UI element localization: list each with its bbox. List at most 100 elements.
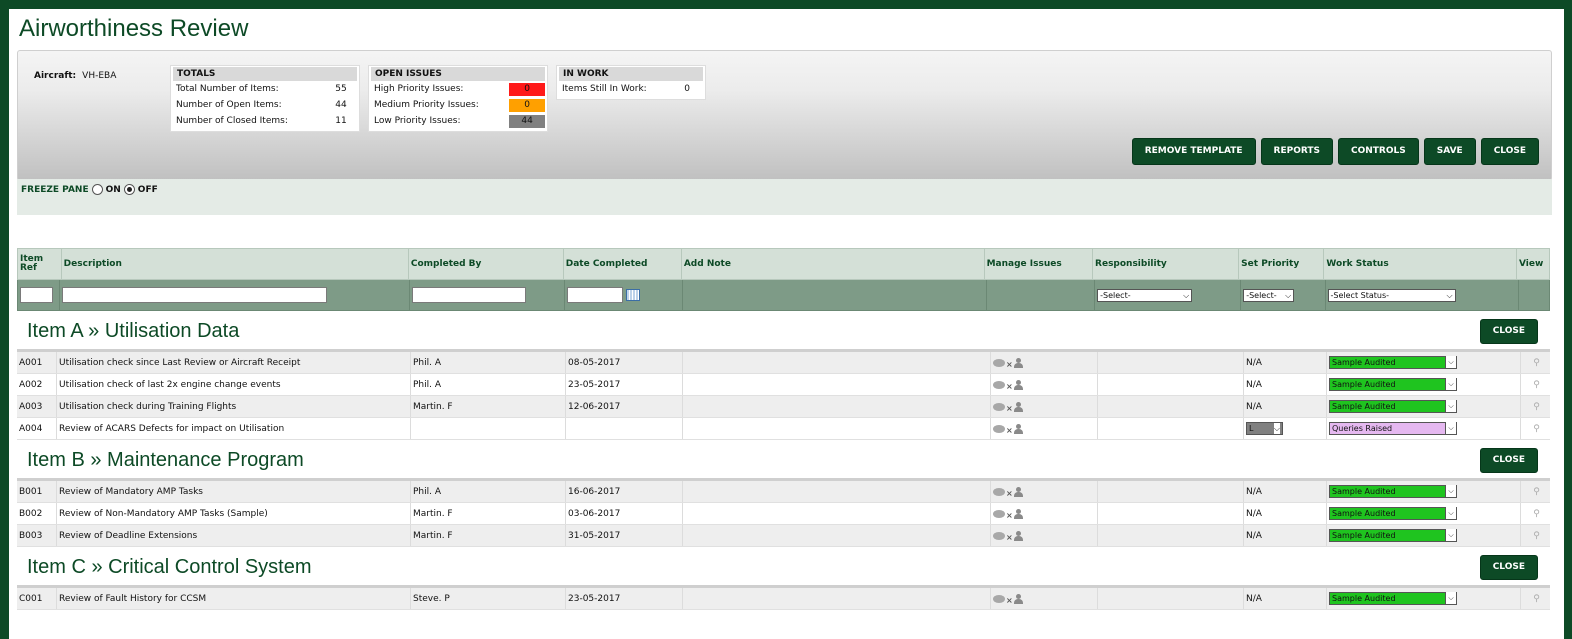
magnifier-icon[interactable]: ⚲ [1533,509,1540,519]
work-status-select[interactable]: Sample Audited ⌵ [1329,400,1457,413]
responsibility-cell[interactable] [1098,418,1244,439]
responsibility-cell[interactable] [1098,525,1244,546]
priority-select[interactable]: L ⌵ [1246,422,1283,435]
comment-icon[interactable] [993,402,1005,411]
freeze-on-radio[interactable] [91,184,103,195]
table-row[interactable]: A004 Review of ACARS Defects for impact … [17,418,1550,440]
add-note-cell[interactable] [683,418,991,439]
table-row[interactable]: A003 Utilisation check during Training F… [17,396,1550,418]
description-filter-input[interactable] [62,287,328,303]
magnifier-icon[interactable]: ⚲ [1533,487,1540,497]
date-filter-input[interactable] [566,287,623,303]
magnifier-icon[interactable]: ⚲ [1533,402,1540,412]
completed-by [411,418,566,439]
section-header: Item C » Critical Control System CLOSE [17,547,1550,588]
user-icon[interactable] [1013,593,1023,604]
work-status-select[interactable]: Sample Audited ⌵ [1329,356,1457,369]
add-note-cell[interactable] [683,374,991,395]
work-status-select[interactable]: Queries Raised ⌵ [1329,422,1457,435]
table-row[interactable]: B003 Review of Deadline Extensions Marti… [17,525,1550,547]
table-row[interactable]: B002 Review of Non-Mandatory AMP Tasks (… [17,503,1550,525]
table-row[interactable]: B001 Review of Mandatory AMP Tasks Phil.… [17,481,1550,503]
responsibility-filter-select[interactable]: -Select- ⌵ [1097,288,1193,302]
comment-icon[interactable] [993,509,1005,518]
totals-box: TOTALS Total Number of Items: 55 Number o… [170,65,360,132]
user-icon[interactable] [1013,379,1023,390]
completed-by: Martin. F [411,503,566,524]
remove-icon[interactable]: × [1006,511,1013,520]
remove-icon[interactable]: × [1006,382,1013,391]
remove-icon[interactable]: × [1006,426,1013,435]
section-close-button[interactable]: CLOSE [1479,555,1538,580]
reports-button[interactable]: REPORTS [1260,138,1333,165]
page-title: Airworthiness Review [19,15,249,42]
user-icon[interactable] [1013,423,1023,434]
responsibility-cell[interactable] [1098,481,1244,502]
add-note-cell[interactable] [683,396,991,417]
responsibility-cell[interactable] [1098,352,1244,373]
comment-icon[interactable] [993,531,1005,540]
magnifier-icon[interactable]: ⚲ [1533,358,1540,368]
remove-icon[interactable]: × [1006,596,1013,605]
remove-icon[interactable]: × [1006,489,1013,498]
user-icon[interactable] [1013,530,1023,541]
work-status-select[interactable]: Sample Audited ⌵ [1329,485,1457,498]
responsibility-cell[interactable] [1098,396,1244,417]
ref-filter-input[interactable] [20,287,53,303]
comment-icon[interactable] [993,380,1005,389]
responsibility-cell[interactable] [1098,503,1244,524]
table-row[interactable]: C001 Review of Fault History for CCSM St… [17,588,1550,610]
freeze-on-label: ON [105,184,121,195]
comment-icon[interactable] [993,424,1005,433]
work-status-select[interactable]: Sample Audited ⌵ [1329,378,1457,391]
work-status-select[interactable]: Sample Audited ⌵ [1329,507,1457,520]
responsibility-cell[interactable] [1098,588,1244,609]
table-row[interactable]: A001 Utilisation check since Last Review… [17,352,1550,374]
user-icon[interactable] [1013,401,1023,412]
magnifier-icon[interactable]: ⚲ [1533,424,1540,434]
in-work-box: IN WORK Items Still In Work: 0 [556,65,706,100]
remove-icon[interactable]: × [1006,360,1013,369]
priority-cell: N/A [1244,374,1327,395]
section-title: Item A » Utilisation Data [27,320,240,342]
comment-icon[interactable] [993,358,1005,367]
date-completed: 23-05-2017 [566,588,683,609]
remove-template-button[interactable]: REMOVE TEMPLATE [1131,138,1256,165]
comment-icon[interactable] [993,487,1005,496]
user-icon[interactable] [1013,486,1023,497]
work-status-select[interactable]: Sample Audited ⌵ [1329,592,1457,605]
status-filter-select[interactable]: -Select Status- ⌵ [1327,288,1456,302]
user-icon[interactable] [1013,357,1023,368]
add-note-cell[interactable] [683,352,991,373]
close-button[interactable]: CLOSE [1480,138,1539,165]
completed-by: Phil. A [411,481,566,502]
priority-filter-select[interactable]: -Select- ⌵ [1243,288,1295,302]
section-title: Item B » Maintenance Program [27,449,304,471]
date-completed: 16-06-2017 [566,481,683,502]
item-ref: C001 [17,588,57,609]
remove-icon[interactable]: × [1006,533,1013,542]
add-note-cell[interactable] [683,503,991,524]
save-button[interactable]: SAVE [1423,138,1476,165]
magnifier-icon[interactable]: ⚲ [1533,380,1540,390]
add-note-cell[interactable] [683,481,991,502]
comment-icon[interactable] [993,594,1005,603]
review-grid: Item Ref Description Completed By Date C… [17,248,1550,610]
completed-by-filter-input[interactable] [412,287,527,303]
responsibility-cell[interactable] [1098,374,1244,395]
section-close-button[interactable]: CLOSE [1479,319,1538,344]
controls-button[interactable]: CONTROLS [1338,138,1419,165]
add-note-cell[interactable] [683,525,991,546]
magnifier-icon[interactable]: ⚲ [1533,531,1540,541]
add-note-cell[interactable] [683,588,991,609]
chevron-down-icon: ⌵ [1183,290,1190,300]
magnifier-icon[interactable]: ⚲ [1533,594,1540,604]
work-status-select[interactable]: Sample Audited ⌵ [1329,529,1457,542]
remove-icon[interactable]: × [1006,404,1013,413]
freeze-off-radio[interactable] [123,184,135,195]
table-row[interactable]: A002 Utilisation check of last 2x engine… [17,374,1550,396]
calendar-icon[interactable] [625,289,640,301]
aircraft-label: Aircraft: [34,71,77,81]
section-close-button[interactable]: CLOSE [1479,448,1538,473]
user-icon[interactable] [1013,508,1023,519]
